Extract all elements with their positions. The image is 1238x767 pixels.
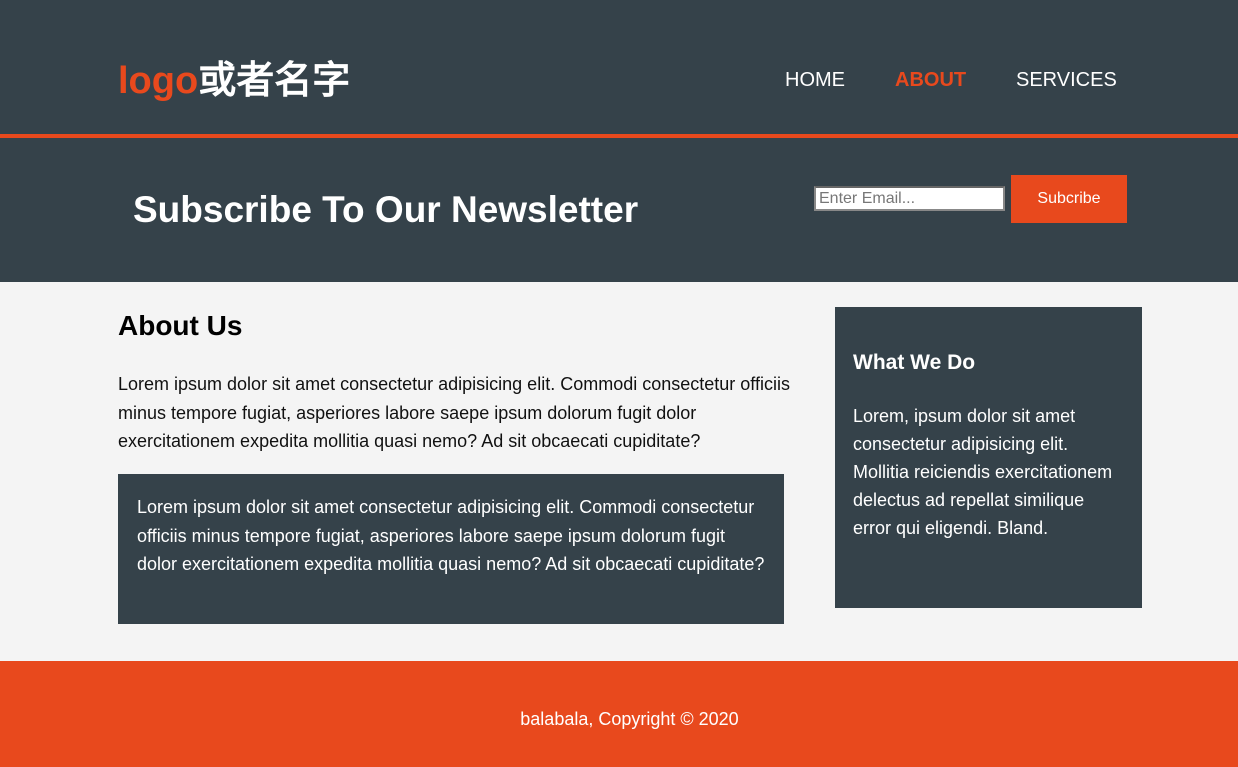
nav-item-about[interactable]: ABOUT (895, 66, 966, 94)
subscribe-button[interactable]: Subcribe (1011, 175, 1127, 223)
newsletter-title: Subscribe To Our Newsletter (133, 189, 639, 230)
about-paragraph: Lorem ipsum dolor sit amet consectetur a… (118, 374, 790, 451)
sidebar-text: Lorem, ipsum dolor sit amet consectetur … (853, 406, 1113, 538)
nav-item-services[interactable]: SERVICES (1016, 66, 1117, 94)
highlight-box: Lorem ipsum dolor sit amet consectetur a… (118, 474, 784, 624)
main-nav: HOME ABOUT SERVICES (0, 66, 1238, 94)
site-footer: balabala, Copyright © 2020 (0, 661, 1238, 767)
nav-item-home[interactable]: HOME (785, 66, 845, 94)
email-input[interactable] (814, 186, 1005, 211)
footer-copyright: balabala, Copyright © 2020 (520, 709, 739, 729)
page-title: About Us (118, 310, 243, 341)
site-header: logo或者名字 HOME ABOUT SERVICES (0, 0, 1238, 138)
sidebar-title: What We Do (853, 351, 976, 374)
highlight-box-text: Lorem ipsum dolor sit amet consectetur a… (137, 497, 765, 574)
newsletter-section: Subscribe To Our Newsletter Subcribe (0, 138, 1238, 282)
sidebar: What We Do Lorem, ipsum dolor sit amet c… (835, 307, 1142, 608)
